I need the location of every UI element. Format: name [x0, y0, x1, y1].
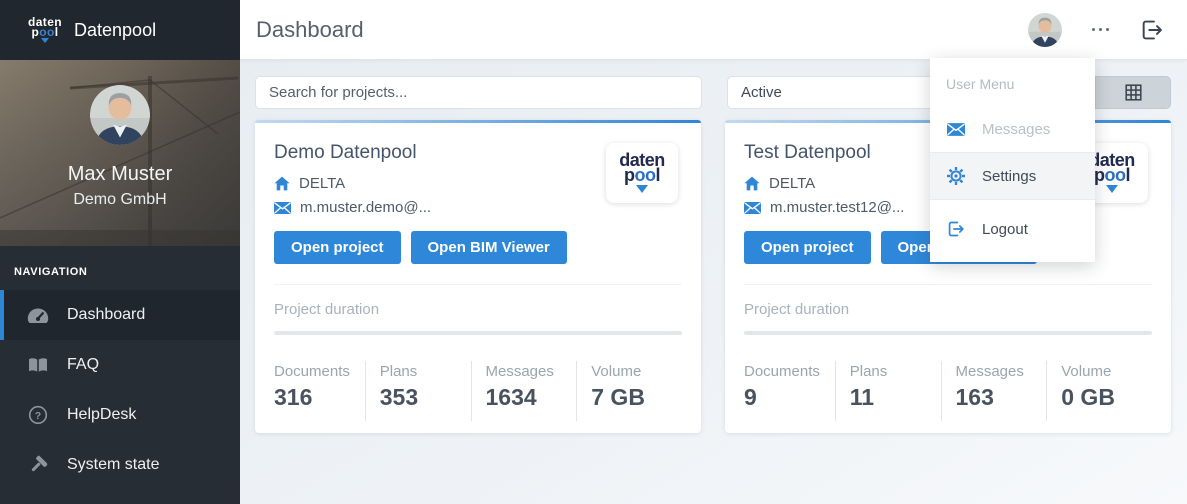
project-stats: Documents 316 Plans 353 Messages 1634 Vo… [274, 361, 682, 421]
project-company: DELTA [299, 175, 345, 192]
project-email: m.muster.test12@... [770, 199, 904, 216]
menu-divider [930, 199, 1095, 200]
sidebar-item-faq[interactable]: FAQ [0, 340, 240, 390]
open-project-button[interactable]: Open project [274, 231, 401, 264]
envelope-icon [946, 123, 966, 136]
stat-messages: Messages 163 [941, 361, 1047, 421]
open-project-button[interactable]: Open project [744, 231, 871, 264]
duration-progress-bar [744, 331, 1152, 335]
avatar[interactable] [90, 85, 150, 145]
more-options-icon[interactable] [1090, 22, 1112, 38]
gear-icon [946, 166, 966, 186]
menu-item-messages[interactable]: Messages [930, 106, 1095, 152]
sidebar-item-dashboard[interactable]: Dashboard [0, 290, 240, 340]
stat-documents: Documents 9 [744, 361, 835, 421]
logout-icon [946, 219, 966, 239]
avatar[interactable] [1028, 13, 1062, 47]
duration-progress-bar [274, 331, 682, 335]
nav-heading: NAVIGATION [14, 266, 240, 278]
gauge-icon [26, 307, 50, 324]
open-bim-viewer-button[interactable]: Open BIM Viewer [411, 231, 567, 264]
stat-plans: Plans 11 [835, 361, 941, 421]
header: Dashboard [240, 0, 1187, 60]
stat-volume: Volume 0 GB [1046, 361, 1152, 421]
search-input[interactable] [255, 76, 702, 109]
pin-icon [41, 38, 49, 43]
project-duration-section: Project duration [744, 284, 1152, 335]
book-icon [26, 357, 50, 373]
datenpool-logo: daten pool [606, 143, 678, 203]
brand-name: Datenpool [74, 20, 156, 41]
user-profile-panel: Max Muster Demo GmbH [0, 60, 240, 246]
hammer-icon [26, 455, 50, 475]
stat-documents: Documents 316 [274, 361, 365, 421]
svg-text:?: ? [35, 410, 41, 422]
envelope-icon [274, 202, 291, 214]
project-card: Demo Datenpool daten pool DELTA m.muster… [255, 120, 701, 433]
pin-icon [1106, 185, 1118, 193]
stat-plans: Plans 353 [365, 361, 471, 421]
page-title: Dashboard [256, 17, 364, 43]
nav-label: Dashboard [67, 306, 145, 324]
grid-view-button[interactable] [1095, 76, 1171, 109]
stat-messages: Messages 1634 [471, 361, 577, 421]
project-email: m.muster.demo@... [300, 199, 431, 216]
menu-item-logout[interactable]: Logout [930, 206, 1095, 252]
project-stats: Documents 9 Plans 11 Messages 163 Volume… [744, 361, 1152, 421]
user-menu-heading: User Menu [930, 68, 1095, 106]
stat-volume: Volume 7 GB [576, 361, 682, 421]
duration-label: Project duration [274, 301, 682, 318]
sidebar: daten pool Datenpool [0, 0, 240, 504]
nav-label: FAQ [67, 356, 99, 374]
nav-label: System state [67, 456, 159, 474]
pin-icon [636, 185, 648, 193]
user-name: Max Muster [0, 163, 240, 186]
home-icon [274, 176, 290, 191]
logout-icon[interactable] [1139, 17, 1165, 43]
app-root: daten pool Datenpool [0, 0, 1187, 504]
home-icon [744, 176, 760, 191]
sidebar-nav: Dashboard FAQ ? HelpDesk [0, 290, 240, 490]
menu-item-settings[interactable]: Settings [930, 153, 1095, 199]
user-menu-dropdown: User Menu Messages [930, 58, 1095, 262]
sidebar-item-helpdesk[interactable]: ? HelpDesk [0, 390, 240, 440]
user-company: Demo GmbH [0, 191, 240, 209]
project-company: DELTA [769, 175, 815, 192]
status-filter-value: Active [741, 84, 782, 101]
brand[interactable]: daten pool Datenpool [0, 0, 240, 60]
datenpool-logo-icon: daten pool [28, 17, 62, 43]
question-circle-icon: ? [26, 405, 50, 425]
duration-label: Project duration [744, 301, 1152, 318]
envelope-icon [744, 202, 761, 214]
grid-icon [1125, 84, 1142, 101]
project-duration-section: Project duration [274, 284, 682, 335]
sidebar-item-system-state[interactable]: System state [0, 440, 240, 490]
nav-label: HelpDesk [67, 406, 136, 424]
